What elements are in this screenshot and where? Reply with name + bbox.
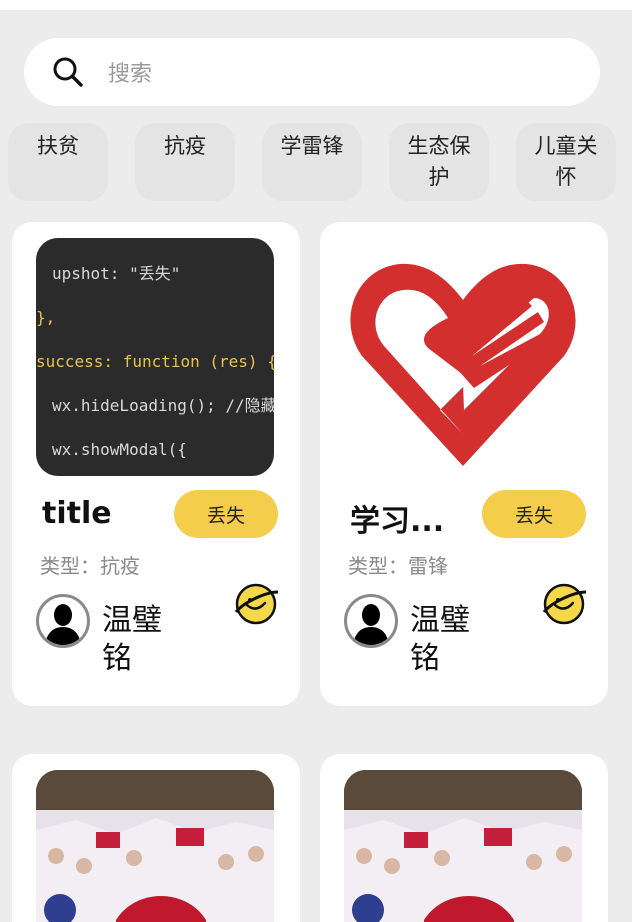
category-tab-children[interactable]: 儿童关怀	[516, 123, 616, 201]
item-title: title	[42, 496, 112, 531]
category-tab-poverty[interactable]: 扶贫	[8, 123, 108, 201]
crowd-photo-image	[344, 770, 582, 922]
code-line: upshot: "丢失"	[52, 264, 181, 283]
type-label: 类型：	[348, 554, 408, 578]
code-line: success: function (res) {	[36, 352, 274, 371]
item-card[interactable]	[320, 754, 608, 922]
item-card[interactable]	[12, 754, 300, 922]
item-card[interactable]: upshot: "丢失" }, success: function (res) …	[12, 222, 300, 706]
code-line: wx.hideLoading(); //隐藏正在加载	[52, 396, 274, 415]
item-thumbnail[interactable]	[344, 770, 582, 922]
user-silhouette-icon	[353, 604, 389, 645]
crowd-photo-image	[36, 770, 274, 922]
item-type: 类型：雷锋	[348, 550, 448, 579]
search-bar[interactable]: 搜索	[24, 38, 600, 106]
lost-button[interactable]: 丢失	[174, 490, 278, 538]
user-name: 温璧铭	[410, 603, 470, 676]
avatar[interactable]	[344, 594, 398, 648]
search-icon	[53, 57, 83, 87]
code-line: },	[36, 308, 56, 327]
code-line: wx.showModal({	[52, 440, 187, 459]
volunteer-heart-logo	[350, 263, 576, 466]
user-name: 温璧铭	[102, 603, 162, 676]
planet-badge-icon	[234, 583, 279, 625]
type-label: 类型：	[40, 554, 100, 578]
item-card[interactable]: 学习... 丢失 类型：雷锋 温璧铭	[320, 222, 608, 706]
planet-badge-icon	[542, 583, 587, 625]
category-tab-leifeng[interactable]: 学雷锋	[262, 123, 362, 201]
item-thumbnail[interactable]: upshot: "丢失" }, success: function (res) …	[36, 238, 274, 476]
item-thumbnail[interactable]	[36, 770, 274, 922]
category-tab-epidemic[interactable]: 抗疫	[135, 123, 235, 201]
avatar[interactable]	[36, 594, 90, 648]
type-value: 雷锋	[408, 554, 448, 578]
type-value: 抗疫	[100, 554, 140, 578]
category-tabs: 扶贫 抗疫 学雷锋 生态保护 儿童关怀	[8, 123, 632, 203]
user-silhouette-icon	[45, 604, 81, 645]
category-tab-eco[interactable]: 生态保护	[389, 123, 489, 201]
item-type: 类型：抗疫	[40, 550, 140, 579]
code-screenshot-image: upshot: "丢失" }, success: function (res) …	[36, 238, 274, 476]
item-title: 学习...	[350, 504, 445, 539]
top-bar	[0, 0, 632, 10]
lost-button[interactable]: 丢失	[482, 490, 586, 538]
search-input[interactable]: 搜索	[108, 56, 152, 88]
item-thumbnail[interactable]	[344, 238, 582, 476]
